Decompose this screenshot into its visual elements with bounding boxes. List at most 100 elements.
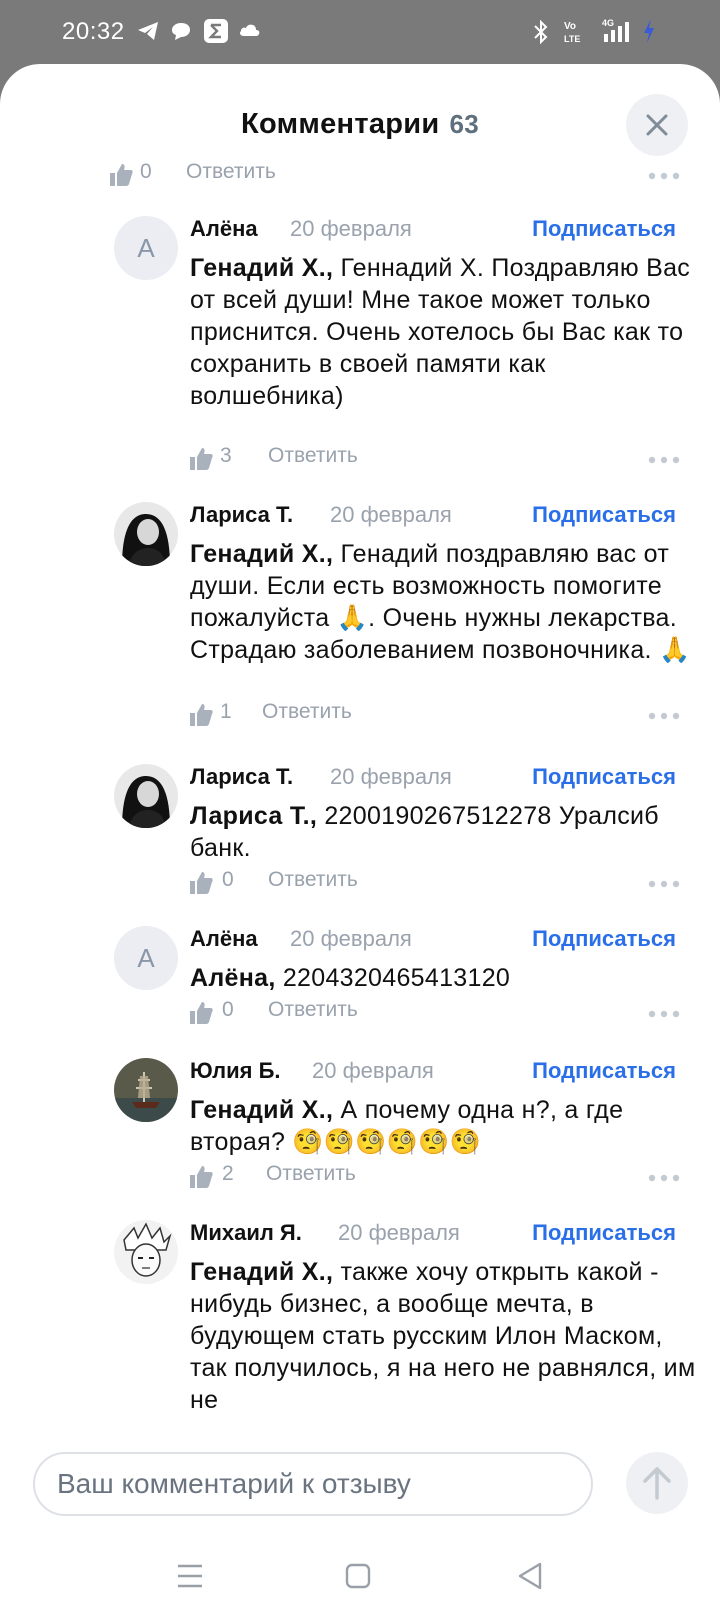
comment-actions: 0 Ответить [0, 156, 720, 196]
more-options-icon[interactable] [648, 456, 680, 464]
reply-link[interactable]: Ответить [268, 444, 358, 468]
mention[interactable]: Алёна, [190, 964, 276, 992]
home-icon[interactable] [340, 1558, 376, 1594]
comment-author[interactable]: Алёна [190, 926, 258, 952]
back-icon[interactable] [512, 1558, 548, 1594]
signal-4g-icon: 4G [602, 18, 629, 42]
user-photo-icon [114, 764, 178, 828]
comment-text: Генадий Х., также хочу открыть какой - н… [190, 1258, 696, 1414]
comment-date: 20 февраля [290, 926, 412, 951]
comments-sheet: Комментарии 63 0 Ответить А Алёна 20 февр… [0, 64, 720, 1612]
svg-text:LTE: LTE [564, 34, 580, 44]
like-icon[interactable] [108, 162, 134, 188]
comment-count: 63 [449, 109, 480, 139]
comment-actions: 2 Ответить [0, 1158, 720, 1198]
comment-item: Юлия Б. 20 февраля Подписаться Генадий Х… [0, 1058, 720, 1198]
sigma-app-icon [204, 19, 228, 43]
reply-link[interactable]: Ответить [268, 868, 358, 892]
comment-item: Лариса Т. 20 февраля Подписаться Лариса … [0, 764, 720, 904]
comment-author[interactable]: Алёна [190, 216, 258, 242]
send-button[interactable] [626, 1452, 688, 1514]
comments-list[interactable]: 0 Ответить А Алёна 20 февраля Подписатьс… [0, 156, 720, 1456]
comment-text: Генадий Х., А почему одна н?, а где втор… [190, 1096, 624, 1156]
svg-text:Vo: Vo [564, 21, 576, 32]
telegram-icon [138, 22, 158, 40]
comment-actions: 1 Ответить [0, 696, 720, 736]
avatar[interactable] [114, 1058, 178, 1122]
more-options-icon[interactable] [648, 712, 680, 720]
sheet-title: Комментарии 63 [0, 108, 720, 141]
comment-text: Лариса Т., 2200190267512278 Уралсиб банк… [190, 802, 659, 862]
like-icon[interactable] [188, 1164, 214, 1190]
like-count: 2 [222, 1162, 234, 1185]
comment-item: А Алёна 20 февраля Подписаться Генадий Х… [0, 216, 720, 476]
comment-author[interactable]: Михаил Я. [190, 1220, 302, 1246]
system-nav-bar [0, 1536, 720, 1612]
like-icon[interactable] [188, 1000, 214, 1026]
bluetooth-icon [534, 19, 548, 45]
subscribe-button[interactable]: Подписаться [532, 216, 676, 242]
like-count: 1 [220, 700, 232, 723]
avatar[interactable] [114, 502, 178, 566]
more-options-icon[interactable] [648, 1010, 680, 1018]
user-photo-icon [114, 502, 178, 566]
svg-text:4G: 4G [602, 18, 614, 28]
comment-date: 20 февраля [290, 216, 412, 241]
like-count: 0 [140, 160, 152, 183]
comment-input-wrapper [33, 1452, 593, 1516]
menu-icon[interactable] [172, 1558, 208, 1594]
comment-date: 20 февраля [330, 502, 452, 527]
status-time: 20:32 [62, 18, 125, 45]
reply-link[interactable]: Ответить [262, 700, 352, 724]
reply-link[interactable]: Ответить [266, 1162, 356, 1186]
mention[interactable]: Генадий Х., [190, 1258, 333, 1286]
comment-actions: 3 Ответить [0, 440, 720, 480]
like-count: 0 [222, 868, 234, 891]
subscribe-button[interactable]: Подписаться [532, 926, 676, 952]
status-bar: 20:32 Vo LTE 4G [0, 0, 720, 64]
more-options-icon[interactable] [648, 1174, 680, 1182]
cloud-icon [240, 24, 260, 36]
title-text: Комментарии [240, 108, 440, 140]
subscribe-button[interactable]: Подписаться [532, 502, 676, 528]
reply-link[interactable]: Ответить [186, 160, 276, 184]
comment-actions: 0 Ответить [0, 864, 720, 904]
like-count: 0 [222, 998, 234, 1021]
mention[interactable]: Лариса Т., [190, 802, 317, 830]
more-options-icon[interactable] [648, 880, 680, 888]
reply-link[interactable]: Ответить [268, 998, 358, 1022]
avatar[interactable]: А [114, 926, 178, 990]
comment-author[interactable]: Лариса Т. [190, 764, 293, 790]
like-icon[interactable] [188, 446, 214, 472]
mention[interactable]: Генадий Х., [190, 540, 333, 568]
close-icon [646, 114, 668, 136]
comment-text: Генадий Х., Генадий поздравляю вас от ду… [190, 540, 691, 664]
avatar[interactable]: А [114, 216, 178, 280]
battery-charging-icon [644, 19, 654, 43]
subscribe-button[interactable]: Подписаться [532, 764, 676, 790]
comment-date: 20 февраля [312, 1058, 434, 1083]
close-button[interactable] [626, 94, 688, 156]
avatar[interactable] [114, 1220, 178, 1284]
comment-input[interactable] [35, 1454, 591, 1514]
avatar[interactable] [114, 764, 178, 828]
like-count: 3 [220, 444, 232, 467]
comment-item: Лариса Т. 20 февраля Подписаться Генадий… [0, 502, 720, 742]
comment-item: Михаил Я. 20 февраля Подписаться Генадий… [0, 1220, 720, 1456]
comment-date: 20 февраля [330, 764, 452, 789]
anime-avatar-icon [114, 1220, 178, 1284]
more-options-icon[interactable] [648, 172, 680, 180]
mention[interactable]: Генадий Х., [190, 1096, 333, 1124]
comment-author[interactable]: Юлия Б. [190, 1058, 281, 1084]
comment-text: Алёна, 2204320465413120 [190, 964, 511, 992]
comment-item: А Алёна 20 февраля Подписаться Алёна, 22… [0, 926, 720, 1036]
like-icon[interactable] [188, 702, 214, 728]
subscribe-button[interactable]: Подписаться [532, 1220, 676, 1246]
chat-bubble-icon [172, 23, 190, 40]
subscribe-button[interactable]: Подписаться [532, 1058, 676, 1084]
arrow-up-icon [643, 1467, 671, 1500]
comment-author[interactable]: Лариса Т. [190, 502, 293, 528]
ship-painting-icon [114, 1058, 178, 1122]
like-icon[interactable] [188, 870, 214, 896]
mention[interactable]: Генадий Х., [190, 254, 333, 282]
